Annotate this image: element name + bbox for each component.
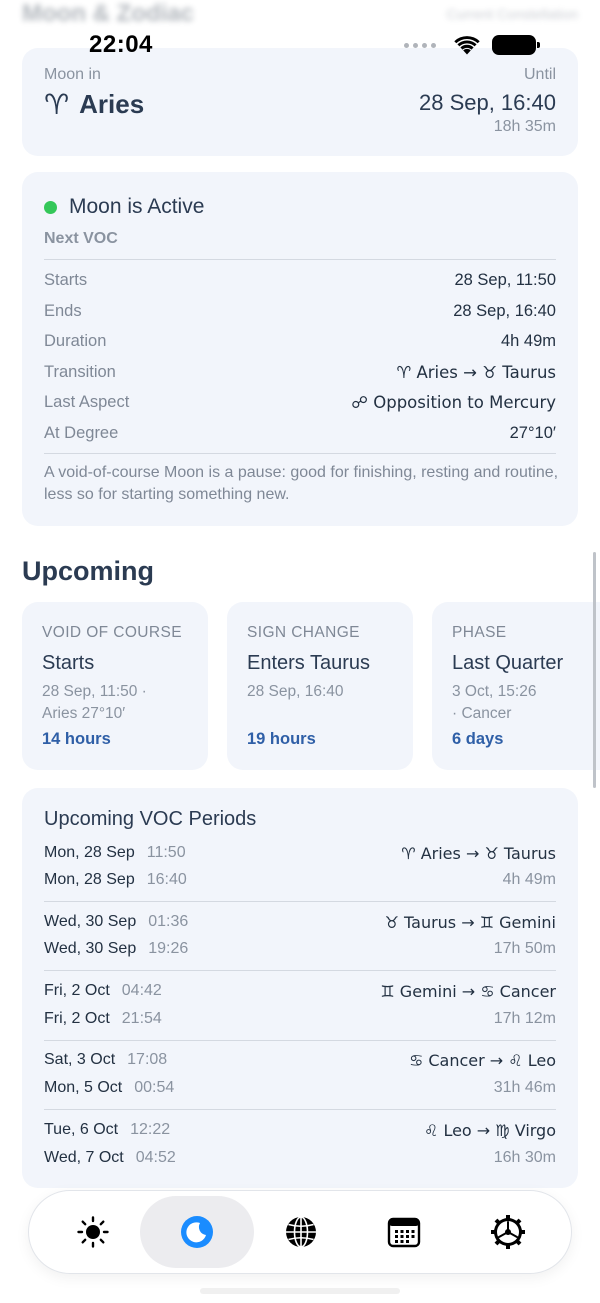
tab-moon[interactable] [140,1196,254,1268]
scrolled-header: Moon & Zodiac Current Constellation [0,0,600,28]
voc-period-end: Fri, 2 Oct 21:54 17h 12m [44,1010,556,1027]
voc-transition: ♈ Aries → ♉ Taurus [401,843,556,863]
detail-key: Transition [44,362,116,381]
moon-in-label: Moon in [44,66,101,83]
upcoming-card-phase[interactable]: PHASE Last Quarter 3 Oct, 15:26 · Cancer … [432,602,600,770]
divider [44,259,556,260]
calendar-icon [387,1217,421,1248]
voc-period-end: Mon, 5 Oct 00:54 31h 46m [44,1079,556,1096]
voc-period-end: Wed, 30 Sep 19:26 17h 50m [44,940,556,957]
detail-row-ends: Ends 28 Sep, 16:40 [44,298,556,324]
voc-duration: 16h 30m [493,1149,556,1166]
aries-icon: ♈ [44,88,70,121]
status-bar: 22:04 [0,28,600,62]
screen-subtitle: Current Constellation [446,6,578,22]
event-countdown: 6 days [452,730,504,748]
tab-bar [28,1190,572,1274]
detail-row-transition: Transition ♈ Aries → ♉ Taurus [44,359,556,385]
voc-period-start: Mon, 28 Sep 11:50 ♈ Aries → ♉ Taurus [44,843,556,863]
event-type: SIGN CHANGE [247,624,360,641]
voc-period-end: Wed, 7 Oct 04:52 16h 30m [44,1149,556,1166]
sun-icon [77,1216,109,1248]
detail-value: ♈ Aries → ♉ Taurus [396,362,556,382]
detail-row-last-aspect: Last Aspect ☍ Opposition to Mercury [44,389,556,415]
event-detail: 28 Sep, 16:40 [247,683,344,700]
voc-transition: ♊ Gemini → ♋ Cancer [380,981,556,1001]
time-remaining: 18h 35m [493,118,556,135]
tab-settings[interactable] [451,1196,565,1268]
detail-row-at-degree: At Degree 27°10′ [44,420,556,446]
detail-row-starts: Starts 28 Sep, 11:50 [44,267,556,293]
divider [44,1109,556,1110]
voc-period-start: Sat, 3 Oct 17:08 ♋ Cancer → ♌ Leo [44,1050,556,1070]
voc-transition: ♋ Cancer → ♌ Leo [408,1050,556,1070]
event-type: PHASE [452,624,507,641]
detail-key: At Degree [44,423,119,442]
voc-transition: ♌ Leo → ♍ Virgo [424,1120,556,1140]
event-countdown: 19 hours [247,730,316,748]
moon-icon [181,1216,213,1248]
sign-name: Aries [79,89,145,119]
detail-row-duration: Duration 4h 49m [44,328,556,354]
status-icons [404,34,540,56]
active-status-dot [44,200,57,214]
detail-key: Duration [44,331,107,350]
event-title: Last Quarter [452,652,564,674]
voc-status: Moon is Active [44,195,204,219]
voc-periods-title: Upcoming VOC Periods [44,808,257,830]
voc-period-start: Fri, 2 Oct 04:42 ♊ Gemini → ♋ Cancer [44,981,556,1001]
detail-key: Ends [44,301,82,320]
divider [44,1040,556,1041]
voc-duration: 31h 46m [493,1079,556,1096]
home-indicator [200,1288,400,1294]
detail-key: Starts [44,270,88,289]
until-date: 28 Sep, 16:40 [418,90,556,115]
divider [44,453,556,454]
settings-gear-icon [491,1215,525,1249]
detail-value: 28 Sep, 11:50 [454,270,556,289]
wifi-icon [454,36,480,55]
voc-period-start: Tue, 6 Oct 12:22 ♌ Leo → ♍ Virgo [44,1120,556,1140]
until-label: Until [523,66,556,83]
detail-value: 4h 49m [500,331,556,350]
tab-sun[interactable] [36,1196,150,1268]
current-sign: ♈ Aries [44,88,144,121]
voc-period-end: Mon, 28 Sep 16:40 4h 49m [44,871,556,888]
event-title: Enters Taurus [247,652,371,674]
event-countdown: 14 hours [42,730,111,748]
detail-value: 27°10′ [509,423,556,442]
status-time: 22:04 [89,31,153,58]
detail-key: Last Aspect [44,392,130,411]
next-voc-heading: Next VOC [44,230,118,247]
tab-globe[interactable] [244,1196,358,1268]
voc-duration: 4h 49m [502,871,556,888]
event-type: VOID OF COURSE [42,624,182,641]
event-title: Starts [42,652,95,674]
globe-icon [286,1216,316,1248]
detail-value: 28 Sep, 16:40 [453,301,556,320]
battery-icon [492,35,540,55]
voc-explanation: A void-of-course Moon is a pause: good f… [44,464,559,503]
voc-duration: 17h 12m [493,1010,556,1027]
tab-calendar[interactable] [347,1196,461,1268]
upcoming-card-voc[interactable]: VOID OF COURSE Starts 28 Sep, 11:50 · Ari… [22,602,208,770]
signal-icon [404,42,436,48]
voc-status-label: Moon is Active [69,195,205,218]
scrollbar[interactable] [593,552,596,788]
upcoming-card-sign-change[interactable]: SIGN CHANGE Enters Taurus 28 Sep, 16:40 … [227,602,413,770]
divider [44,901,556,902]
event-detail: 28 Sep, 11:50 · Aries 27°10′ [42,683,147,722]
voc-transition: ♉ Taurus → ♊ Gemini [384,912,556,932]
voc-period-start: Wed, 30 Sep 01:36 ♉ Taurus → ♊ Gemini [44,912,556,932]
divider [44,970,556,971]
voc-duration: 17h 50m [493,940,556,957]
screen-title: Moon & Zodiac [22,0,194,27]
detail-value: ☍ Opposition to Mercury [351,392,556,412]
upcoming-heading: Upcoming [22,556,154,586]
event-detail: 3 Oct, 15:26 · Cancer [452,683,537,722]
